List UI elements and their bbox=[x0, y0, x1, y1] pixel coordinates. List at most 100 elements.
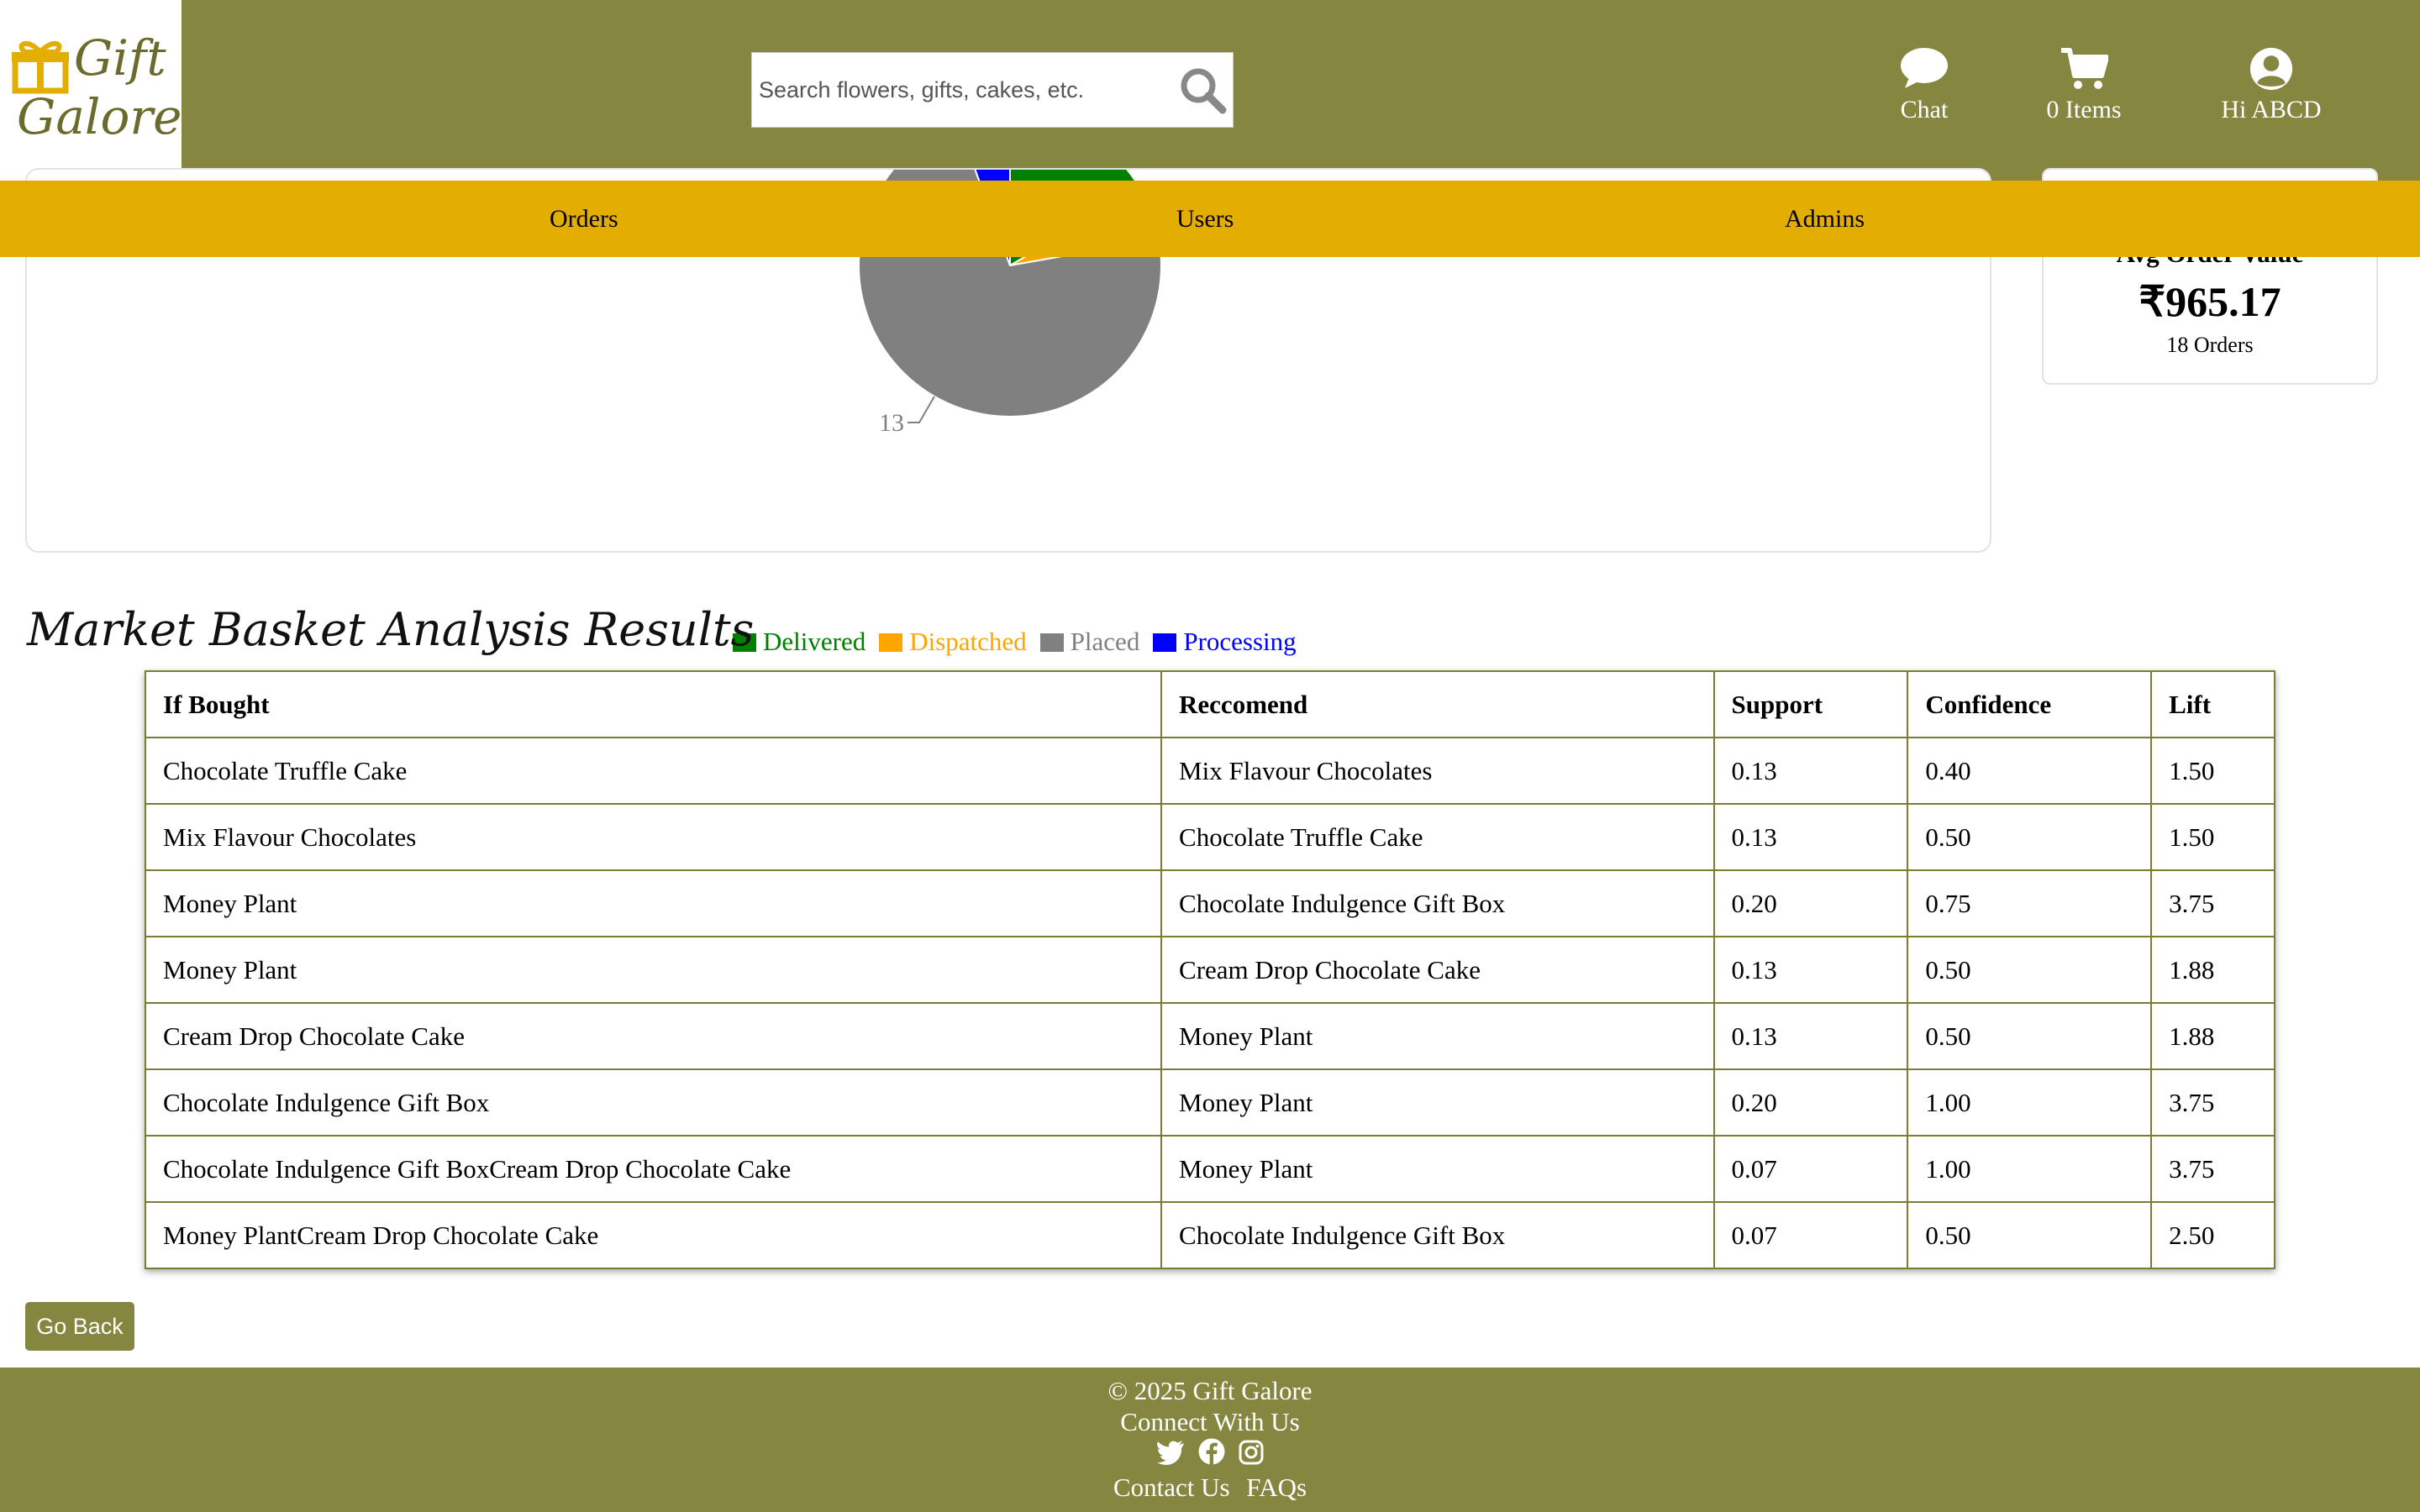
table-header-row: If Bought Reccomend Support Confidence L… bbox=[144, 670, 2275, 738]
table-cell: Money Plant bbox=[1160, 1068, 1715, 1137]
faqs-link[interactable]: FAQs bbox=[1246, 1473, 1307, 1502]
table-cell: 0.20 bbox=[1712, 869, 1909, 937]
table-cell: Chocolate Truffle Cake bbox=[1160, 803, 1715, 871]
table-cell: 0.50 bbox=[1907, 1002, 2153, 1070]
table-cell: 2.50 bbox=[2150, 1201, 2275, 1269]
legend-swatch bbox=[879, 633, 903, 652]
table-cell: 1.88 bbox=[2150, 1002, 2275, 1070]
chat-bubble-icon bbox=[1901, 48, 1948, 88]
search-icon[interactable] bbox=[1177, 65, 1228, 115]
logo-text-line2: Galore bbox=[17, 88, 182, 145]
user-account-link[interactable]: Hi ABCD bbox=[2193, 47, 2349, 139]
connect-heading: Connect With Us bbox=[1120, 1407, 1300, 1436]
table-row: Chocolate Indulgence Gift Box Money Plant… bbox=[144, 1068, 2275, 1137]
legend-label: Dispatched bbox=[909, 627, 1027, 656]
table-cell: Money Plant bbox=[1160, 1135, 1715, 1203]
table-row: Chocolate Indulgence Gift BoxCream Drop … bbox=[144, 1135, 2275, 1203]
order-count: 18 Orders bbox=[2166, 333, 2254, 357]
go-back-button[interactable]: Go Back bbox=[25, 1302, 134, 1351]
pie-label-placed: 13 bbox=[879, 409, 904, 437]
table-cell: Chocolate Indulgence Gift Box bbox=[1160, 869, 1715, 937]
table-cell: 0.13 bbox=[1712, 1002, 1909, 1070]
table-cell: 0.13 bbox=[1712, 803, 1909, 871]
legend-item-placed[interactable]: Placed bbox=[1039, 627, 1139, 657]
main-nav: Orders Users Admins bbox=[0, 181, 2420, 257]
table-cell: 1.88 bbox=[2150, 936, 2275, 1004]
table-cell: 3.75 bbox=[2150, 1135, 2275, 1203]
column-header: Reccomend bbox=[1160, 670, 1715, 738]
facebook-icon[interactable] bbox=[1198, 1438, 1225, 1469]
table-cell: Mix Flavour Chocolates bbox=[1160, 737, 1715, 805]
table-row: Money Plant Chocolate Indulgence Gift Box… bbox=[144, 869, 2275, 937]
twitter-icon[interactable] bbox=[1156, 1440, 1185, 1469]
table-cell: Money Plant bbox=[1160, 1002, 1715, 1070]
table-cell: 3.75 bbox=[2150, 1068, 2275, 1137]
table-cell: Mix Flavour Chocolates bbox=[144, 803, 1163, 871]
table-row: Mix Flavour Chocolates Chocolate Truffle … bbox=[144, 803, 2275, 871]
table-row: Money PlantCream Drop Chocolate Cake Choc… bbox=[144, 1201, 2275, 1269]
avg-order-value: ₹965.17 bbox=[2139, 278, 2281, 325]
section-title: Market Basket Analysis Results bbox=[27, 603, 755, 656]
site-footer: © 2025 Gift Galore Connect With Us Conta… bbox=[0, 1368, 2420, 1512]
column-header: Lift bbox=[2150, 670, 2275, 738]
social-links bbox=[0, 1438, 2420, 1467]
legend-label: Delivered bbox=[763, 627, 866, 656]
table-cell: 0.50 bbox=[1907, 803, 2153, 871]
chat-link[interactable]: Chat bbox=[1874, 47, 1975, 139]
table-cell: 0.07 bbox=[1712, 1135, 1909, 1203]
table-cell: Chocolate Indulgence Gift Box bbox=[1160, 1201, 1715, 1269]
instagram-icon[interactable] bbox=[1239, 1440, 1264, 1469]
table-cell: 0.50 bbox=[1907, 1201, 2153, 1269]
column-header: If Bought bbox=[144, 670, 1163, 738]
logo-text-line1: Gift bbox=[74, 29, 166, 87]
table-cell: 0.50 bbox=[1907, 936, 2153, 1004]
table-cell: Money Plant bbox=[144, 936, 1163, 1004]
legend-swatch bbox=[1153, 633, 1177, 652]
table-cell: 0.13 bbox=[1712, 936, 1909, 1004]
cart-link[interactable]: 0 Items bbox=[2017, 47, 2151, 139]
cart-icon bbox=[2061, 48, 2108, 89]
gift-box-icon bbox=[12, 40, 69, 94]
pie-label-leader-placed bbox=[908, 396, 935, 424]
table-row: Chocolate Truffle Cake Mix Flavour Chocol… bbox=[144, 737, 2275, 805]
table-cell: 0.20 bbox=[1712, 1068, 1909, 1137]
table-row: Cream Drop Chocolate Cake Money Plant 0.13… bbox=[144, 1002, 2275, 1070]
table-cell: Chocolate Truffle Cake bbox=[144, 737, 1163, 805]
footer-links: Contact Us FAQs bbox=[0, 1473, 2420, 1503]
site-header: Gift Galore Chat 0 Items Hi ABCD bbox=[0, 0, 2420, 181]
legend-label: Processing bbox=[1183, 627, 1297, 656]
chart-legend: Delivered Dispatched Placed Processing bbox=[733, 627, 1310, 664]
table-cell: Chocolate Indulgence Gift BoxCream Drop … bbox=[144, 1135, 1163, 1203]
table-cell: 0.40 bbox=[1907, 737, 2153, 805]
table-body: Chocolate Truffle Cake Mix Flavour Chocol… bbox=[144, 737, 2275, 1269]
legend-swatch bbox=[1039, 633, 1064, 652]
table-cell: 1.50 bbox=[2150, 803, 2275, 871]
nav-item-users[interactable]: Users bbox=[1176, 181, 1234, 257]
table-cell: 0.07 bbox=[1712, 1201, 1909, 1269]
table-cell: Money Plant bbox=[144, 869, 1163, 937]
user-greeting: Hi ABCD bbox=[2221, 96, 2322, 123]
table-cell: Money PlantCream Drop Chocolate Cake bbox=[144, 1201, 1163, 1269]
market-basket-table: If Bought Reccomend Support Confidence L… bbox=[144, 670, 2275, 1269]
cart-label: 0 Items bbox=[2046, 96, 2122, 123]
nav-item-admins[interactable]: Admins bbox=[1785, 181, 1865, 257]
table-cell: Cream Drop Chocolate Cake bbox=[1160, 936, 1715, 1004]
table-cell: 1.00 bbox=[1907, 1135, 2153, 1203]
search-input[interactable] bbox=[759, 53, 1162, 127]
table-cell: Cream Drop Chocolate Cake bbox=[144, 1002, 1163, 1070]
nav-item-orders[interactable]: Orders bbox=[550, 181, 618, 257]
legend-item-processing[interactable]: Processing bbox=[1153, 627, 1297, 657]
table-cell: 0.13 bbox=[1712, 737, 1909, 805]
table-cell: Chocolate Indulgence Gift Box bbox=[144, 1068, 1163, 1137]
table-cell: 1.50 bbox=[2150, 737, 2275, 805]
user-circle-icon bbox=[2249, 47, 2293, 91]
table-cell: 0.75 bbox=[1907, 869, 2153, 937]
legend-item-dispatched[interactable]: Dispatched bbox=[879, 627, 1027, 657]
site-logo[interactable]: Gift Galore bbox=[0, 0, 182, 181]
table-row: Money Plant Cream Drop Chocolate Cake 0.13… bbox=[144, 936, 2275, 1004]
column-header: Confidence bbox=[1907, 670, 2153, 738]
table-cell: 3.75 bbox=[2150, 869, 2275, 937]
contact-us-link[interactable]: Contact Us bbox=[1113, 1473, 1230, 1502]
chat-label: Chat bbox=[1900, 96, 1949, 123]
copyright-text: © 2025 Gift Galore bbox=[1107, 1376, 1313, 1405]
